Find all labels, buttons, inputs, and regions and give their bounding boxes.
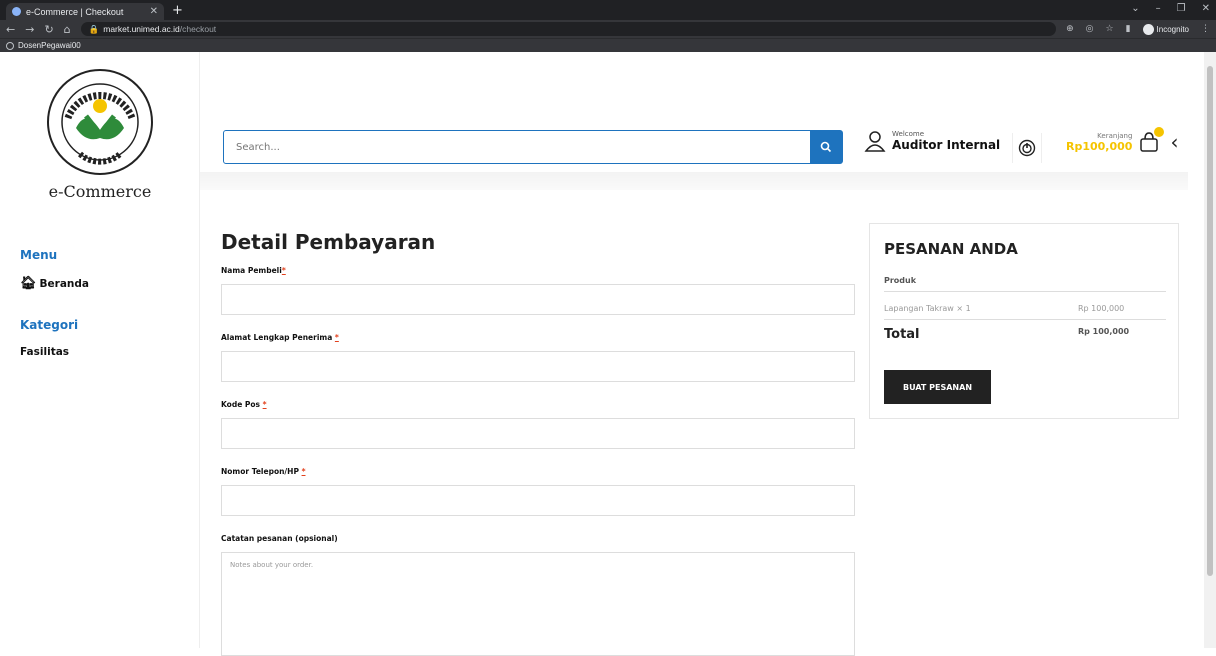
eye-off-icon[interactable]: ◎ [1086, 24, 1094, 34]
postal-label: Kode Pos * [221, 400, 267, 409]
university-logo [47, 69, 153, 175]
page: e-Commerce Menu 🏠︎ Beranda Kategori Fasi… [0, 52, 1216, 656]
close-tab-icon[interactable]: ✕ [150, 6, 158, 17]
postal-code-field[interactable] [221, 418, 855, 449]
total-label: Total [884, 327, 920, 342]
order-total-row: Total Rp 100,000 [884, 327, 1166, 348]
user-name: Auditor Internal [892, 138, 1001, 152]
url-host: market.unimed.ac.id [103, 24, 180, 34]
name-label: Nama Pembeli* [221, 266, 286, 275]
lock-icon: 🔒 [88, 23, 100, 34]
user-icon [864, 131, 886, 152]
sidebar-item-label: Fasilitas [20, 346, 70, 358]
new-tab-icon[interactable]: + [172, 3, 183, 18]
item-name: Lapangan Takraw × 1 [884, 304, 971, 313]
browser-tab-strip: e-Commerce | Checkout ✕ + ⌄ – ❐ ✕ [0, 0, 1216, 20]
star-icon[interactable]: ☆ [1106, 24, 1114, 34]
product-column-header: Produk [884, 276, 917, 285]
sidepanel-icon[interactable]: ▮ [1126, 24, 1131, 34]
minimize-icon[interactable]: – [1156, 3, 1161, 14]
phone-field[interactable] [221, 485, 855, 516]
category-heading: Kategori [20, 318, 79, 332]
bookmarks-bar: DosenPegawai00 [0, 38, 1216, 52]
name-field[interactable] [221, 284, 855, 315]
site-header: Welcome Auditor Internal Keranjang Rp100… [200, 72, 1188, 172]
order-header-row: Produk [884, 276, 1166, 292]
cart-summary[interactable]: Keranjang Rp100,000 ‹ [1066, 127, 1178, 154]
notes-textarea[interactable]: Notes about your order. [221, 552, 855, 656]
billing-form: Detail Pembayaran Nama Pembeli* Alamat L… [221, 230, 855, 656]
search-icon [820, 141, 832, 153]
order-item-row: Lapangan Takraw × 1 Rp 100,000 [884, 304, 1166, 320]
page-title: Detail Pembayaran [221, 230, 436, 254]
url-field[interactable]: 🔒 market.unimed.ac.id /checkout [80, 22, 1057, 36]
reload-icon[interactable]: ↻ [44, 23, 53, 36]
notes-label: Catatan pesanan (opsional) [221, 534, 338, 543]
browser-tab[interactable]: e-Commerce | Checkout ✕ [6, 3, 164, 20]
scrollbar-thumb[interactable] [1207, 66, 1213, 576]
user-account[interactable]: Welcome Auditor Internal [864, 130, 1000, 152]
logout-button[interactable] [1012, 133, 1042, 163]
incognito-label: Incognito [1156, 24, 1189, 34]
cart-label: Keranjang [1097, 131, 1133, 140]
order-title: PESANAN ANDA [884, 240, 1018, 258]
welcome-text: Welcome [892, 130, 925, 138]
search-button[interactable] [810, 131, 842, 163]
item-price: Rp 100,000 [1078, 304, 1125, 313]
incognito-icon [1142, 23, 1154, 35]
place-order-button[interactable]: BUAT PESANAN [884, 370, 991, 404]
required-mark: * [334, 333, 339, 342]
sidebar-item-label: Beranda [39, 277, 89, 290]
address-field[interactable] [221, 351, 855, 382]
menu-dots-icon[interactable]: ⋮ [1201, 24, 1210, 34]
incognito-indicator[interactable]: Incognito [1142, 23, 1189, 35]
page-scrollbar[interactable] [1204, 52, 1216, 648]
url-path: /checkout [179, 24, 217, 34]
search-box [223, 130, 843, 164]
address-bar-row: ← → ↻ ⌂ 🔒 market.unimed.ac.id /checkout … [0, 20, 1216, 38]
cart-amount: Rp100,000 [1066, 139, 1133, 153]
sidebar-item-beranda[interactable]: 🏠︎ Beranda [20, 276, 89, 291]
site-favicon-icon [12, 7, 21, 16]
bookmark-item[interactable]: DosenPegawai00 [18, 41, 81, 50]
tab-title: e-Commerce | Checkout [26, 6, 124, 17]
order-summary: PESANAN ANDA Produk Lapangan Takraw × 1 … [869, 223, 1179, 419]
tab-search-icon[interactable]: ⌄ [1131, 3, 1139, 14]
chevron-left-icon[interactable]: ‹ [1170, 130, 1178, 154]
zoom-icon[interactable]: ⊕ [1066, 24, 1074, 34]
sidebar-item-fasilitas[interactable]: Fasilitas [20, 346, 69, 358]
home-icon[interactable]: ⌂ [64, 23, 71, 36]
cart-icon [1138, 127, 1165, 153]
total-price: Rp 100,000 [1078, 327, 1130, 336]
window-controls: ⌄ – ❐ ✕ [1131, 3, 1210, 14]
back-icon[interactable]: ← [6, 23, 15, 36]
restore-icon[interactable]: ❐ [1177, 3, 1186, 14]
brand-name: e-Commerce [48, 182, 152, 201]
sidebar: e-Commerce Menu 🏠︎ Beranda Kategori Fasi… [0, 52, 200, 648]
forward-icon[interactable]: → [25, 23, 34, 36]
required-mark: * [262, 400, 267, 409]
required-mark: * [301, 467, 306, 476]
header-divider [200, 172, 1188, 190]
menu-heading: Menu [20, 248, 58, 262]
home-icon: 🏠︎ [20, 276, 37, 291]
cart-badge [1154, 127, 1165, 137]
search-input[interactable] [224, 131, 810, 163]
window-close-icon[interactable]: ✕ [1202, 3, 1210, 14]
required-mark: * [281, 266, 286, 275]
address-label: Alamat Lengkap Penerima * [221, 333, 339, 342]
power-icon [1018, 139, 1036, 157]
phone-label: Nomor Telepon/HP * [221, 467, 306, 476]
bookmark-globe-icon [6, 41, 14, 50]
